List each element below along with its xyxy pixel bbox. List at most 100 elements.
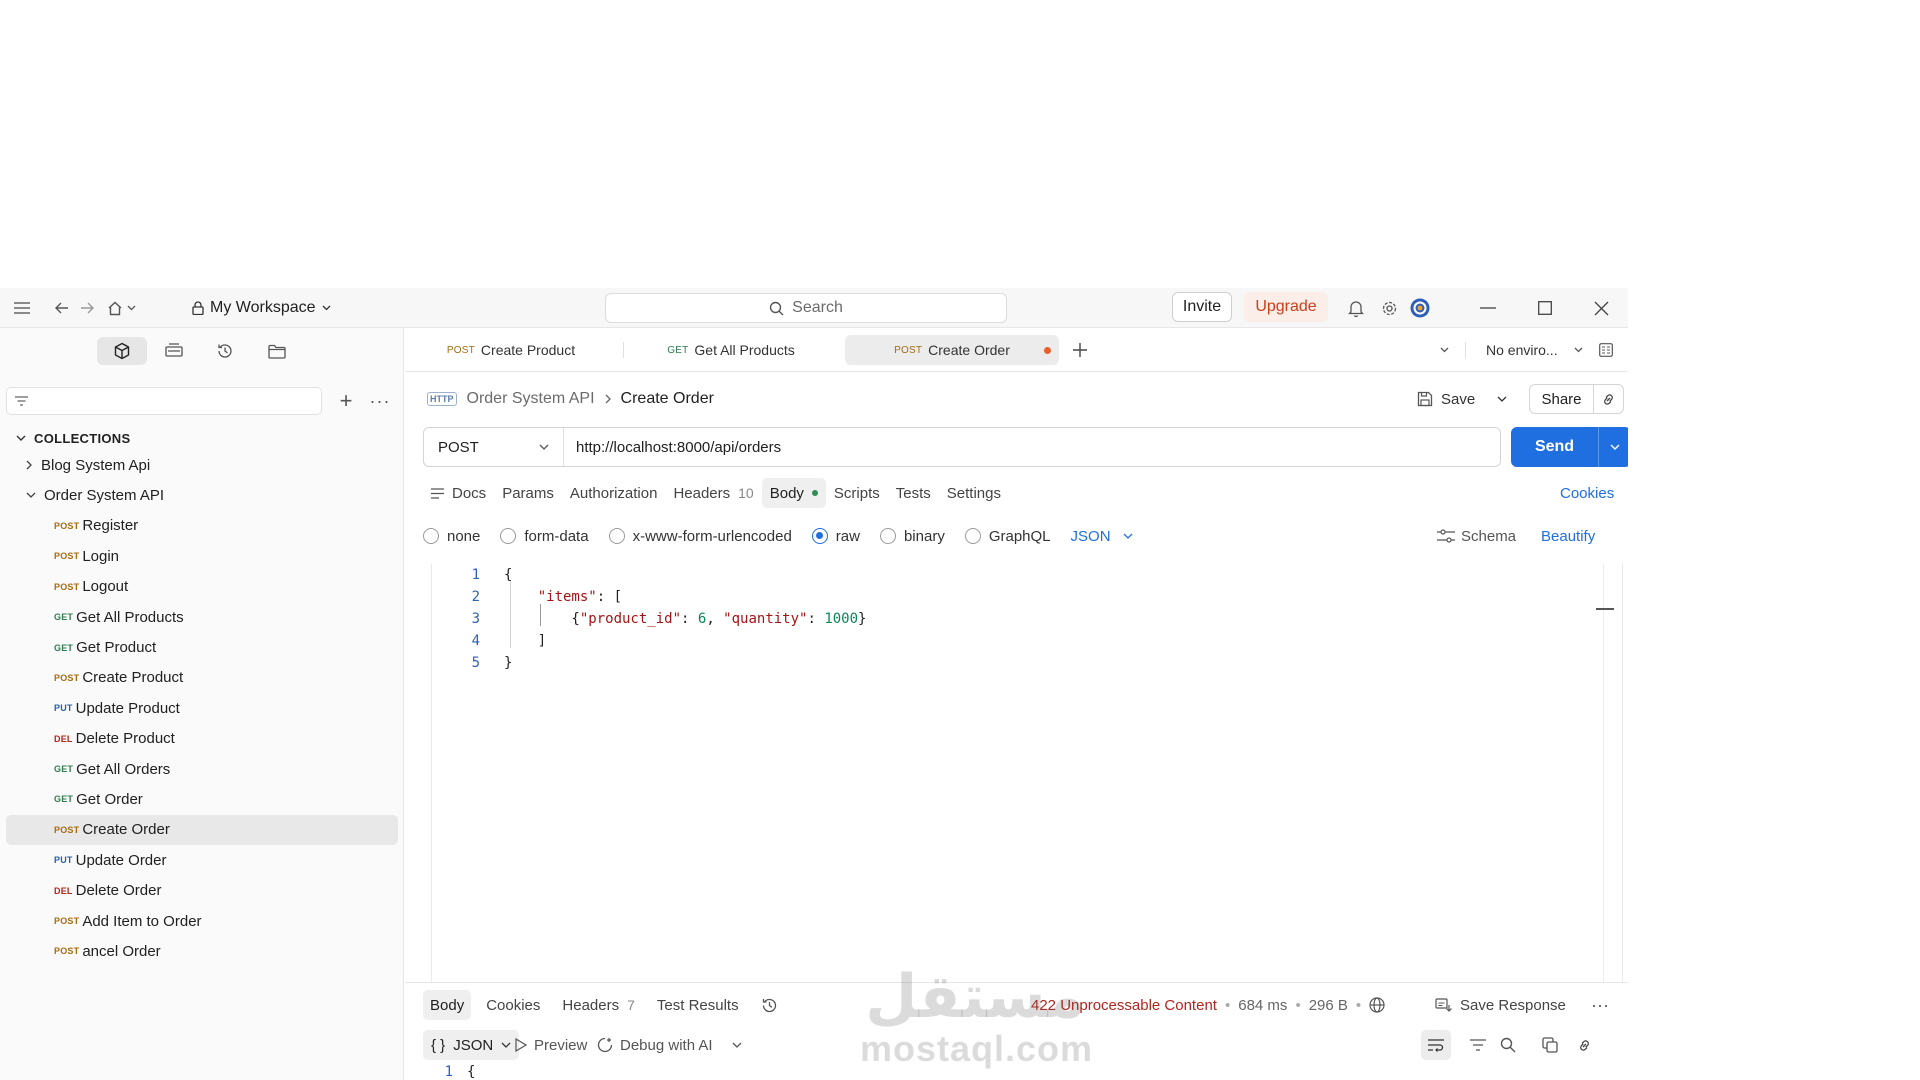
indent-guide — [510, 582, 511, 648]
schema-button[interactable]: Schema — [1437, 521, 1516, 551]
editor-scrollbar[interactable] — [1603, 564, 1604, 982]
request-item[interactable]: POST Login — [0, 541, 404, 571]
upgrade-button[interactable]: Upgrade — [1244, 292, 1328, 322]
body-type-form-data[interactable]: form-data — [500, 528, 589, 545]
collections-cube-icon[interactable] — [97, 337, 147, 365]
page-title[interactable]: Create Order — [621, 390, 714, 408]
tab-body[interactable]: Body — [761, 478, 826, 508]
filter-icon[interactable] — [1463, 1030, 1493, 1060]
request-item[interactable]: DEL Delete Order — [0, 875, 404, 905]
request-item[interactable]: DEL Delete Product — [0, 724, 404, 754]
notifications-bell-icon[interactable] — [1348, 288, 1364, 328]
save-button[interactable]: Save — [1417, 384, 1507, 414]
tab-authorization[interactable]: Authorization — [562, 478, 666, 508]
copy-icon[interactable] — [1535, 1030, 1565, 1060]
folder-blog-system-api[interactable]: Blog System Api — [0, 450, 404, 480]
collections-heading[interactable]: COLLECTIONS — [16, 428, 130, 448]
response-format-select[interactable]: { } JSON — [423, 1030, 520, 1060]
request-body-editor[interactable]: 1 2 3 4 5 { "items": [ {"product_id": 6,… — [431, 564, 1623, 982]
hamburger-menu-icon[interactable] — [14, 288, 30, 328]
request-item-selected[interactable]: POST Create Order — [6, 814, 398, 846]
http-method-select[interactable]: POST — [424, 428, 564, 466]
request-item[interactable]: PUT Update Order — [0, 845, 404, 875]
tab-headers[interactable]: Headers 10 — [665, 478, 761, 508]
tab-params[interactable]: Params — [494, 478, 562, 508]
response-history-icon[interactable] — [754, 990, 785, 1020]
folder-icon[interactable] — [252, 337, 302, 365]
environment-quicklook-icon[interactable] — [1598, 343, 1613, 357]
preview-button[interactable]: Preview — [515, 1030, 587, 1060]
tab-get-all-products[interactable]: GET Get All Products — [625, 335, 837, 365]
tab-create-product[interactable]: POST Create Product — [405, 335, 617, 365]
send-options-chevron-icon[interactable] — [1599, 444, 1628, 450]
request-item[interactable]: POST Register — [0, 511, 404, 541]
request-item[interactable]: POST Create Product — [0, 663, 404, 693]
request-item[interactable]: POST Add Item to Order — [0, 906, 404, 936]
response-time[interactable]: 684 ms — [1238, 997, 1287, 1014]
copy-link-icon[interactable] — [1569, 1030, 1599, 1060]
tabs-overflow-chevron-icon[interactable] — [1433, 335, 1455, 365]
request-item[interactable]: POST Logout — [0, 572, 404, 602]
tab-tests[interactable]: Tests — [888, 478, 939, 508]
request-item[interactable]: GET Get All Products — [0, 602, 404, 632]
share-button[interactable]: Share — [1529, 384, 1624, 414]
body-type-binary[interactable]: binary — [879, 528, 945, 545]
sidebar-more-icon[interactable]: ··· — [368, 386, 392, 416]
response-size[interactable]: 296 B — [1309, 997, 1348, 1014]
new-collection-plus-icon[interactable]: + — [336, 386, 356, 416]
invite-button[interactable]: Invite — [1172, 292, 1232, 322]
window-close-icon[interactable] — [1594, 288, 1609, 328]
tab-settings[interactable]: Settings — [939, 478, 1009, 508]
window-minimize-icon[interactable] — [1480, 288, 1496, 328]
response-tab-body[interactable]: Body — [423, 990, 472, 1020]
response-tab-cookies[interactable]: Cookies — [479, 990, 547, 1020]
request-item[interactable]: PUT Update Product — [0, 693, 404, 723]
cookies-link[interactable]: Cookies — [1560, 478, 1614, 508]
network-globe-icon[interactable] — [1369, 997, 1385, 1013]
debug-with-ai-button[interactable]: Debug with AI — [597, 1030, 742, 1060]
tab-docs[interactable]: Docs — [423, 478, 494, 508]
body-type-urlencoded[interactable]: x-www-form-urlencoded — [608, 528, 792, 545]
settings-gear-icon[interactable] — [1381, 288, 1398, 328]
copy-link-icon[interactable] — [1594, 392, 1623, 407]
history-icon[interactable] — [200, 337, 250, 365]
request-item[interactable]: POST ancel Order — [0, 936, 404, 966]
environment-selector[interactable]: No enviro... — [1486, 335, 1613, 365]
breadcrumb-parent[interactable]: Order System API — [467, 390, 595, 408]
chevron-down-icon[interactable] — [732, 1042, 742, 1048]
chevron-down-icon[interactable] — [1497, 396, 1507, 402]
response-more-icon[interactable]: ··· — [1591, 990, 1609, 1020]
send-button[interactable]: Send — [1511, 427, 1628, 467]
tab-create-order[interactable]: POST Create Order — [845, 335, 1059, 365]
tab-scripts[interactable]: Scripts — [826, 478, 888, 508]
new-tab-plus-icon[interactable] — [1065, 335, 1095, 365]
response-tab-test-results[interactable]: Test Results — [650, 990, 746, 1020]
request-item[interactable]: GET Get All Orders — [0, 754, 404, 784]
sidebar-filter-input[interactable] — [6, 387, 322, 415]
home-button[interactable] — [107, 288, 136, 328]
wrap-lines-icon[interactable] — [1421, 1030, 1451, 1060]
save-response-icon — [1435, 997, 1452, 1012]
raw-language-select[interactable]: JSON — [1071, 528, 1133, 545]
search-icon[interactable] — [1493, 1030, 1523, 1060]
request-item[interactable]: GET Get Order — [0, 784, 404, 814]
forward-arrow-icon[interactable] — [80, 288, 94, 328]
body-type-none[interactable]: none — [423, 528, 480, 545]
back-arrow-icon[interactable] — [55, 288, 69, 328]
beautify-button[interactable]: Beautify — [1541, 521, 1595, 551]
body-type-graphql[interactable]: GraphQL — [964, 528, 1051, 545]
body-type-raw[interactable]: raw — [811, 528, 860, 545]
url-input[interactable]: http://localhost:8000/api/orders — [564, 439, 781, 456]
request-item[interactable]: GET Get Product — [0, 632, 404, 662]
response-tab-headers[interactable]: Headers 7 — [555, 990, 642, 1020]
environments-icon[interactable] — [149, 337, 199, 365]
request-label: Add Item to Order — [82, 912, 202, 930]
workspace-selector[interactable]: My Workspace — [192, 288, 331, 328]
window-maximize-icon[interactable] — [1538, 288, 1552, 328]
status-code[interactable]: 422 Unprocessable Content — [1031, 997, 1217, 1014]
method-badge: POST — [54, 581, 80, 592]
save-response-button[interactable]: Save Response — [1435, 990, 1566, 1020]
global-search[interactable]: Search — [605, 293, 1007, 323]
folder-order-system-api[interactable]: Order System API — [0, 480, 404, 510]
avatar[interactable] — [1410, 288, 1430, 328]
